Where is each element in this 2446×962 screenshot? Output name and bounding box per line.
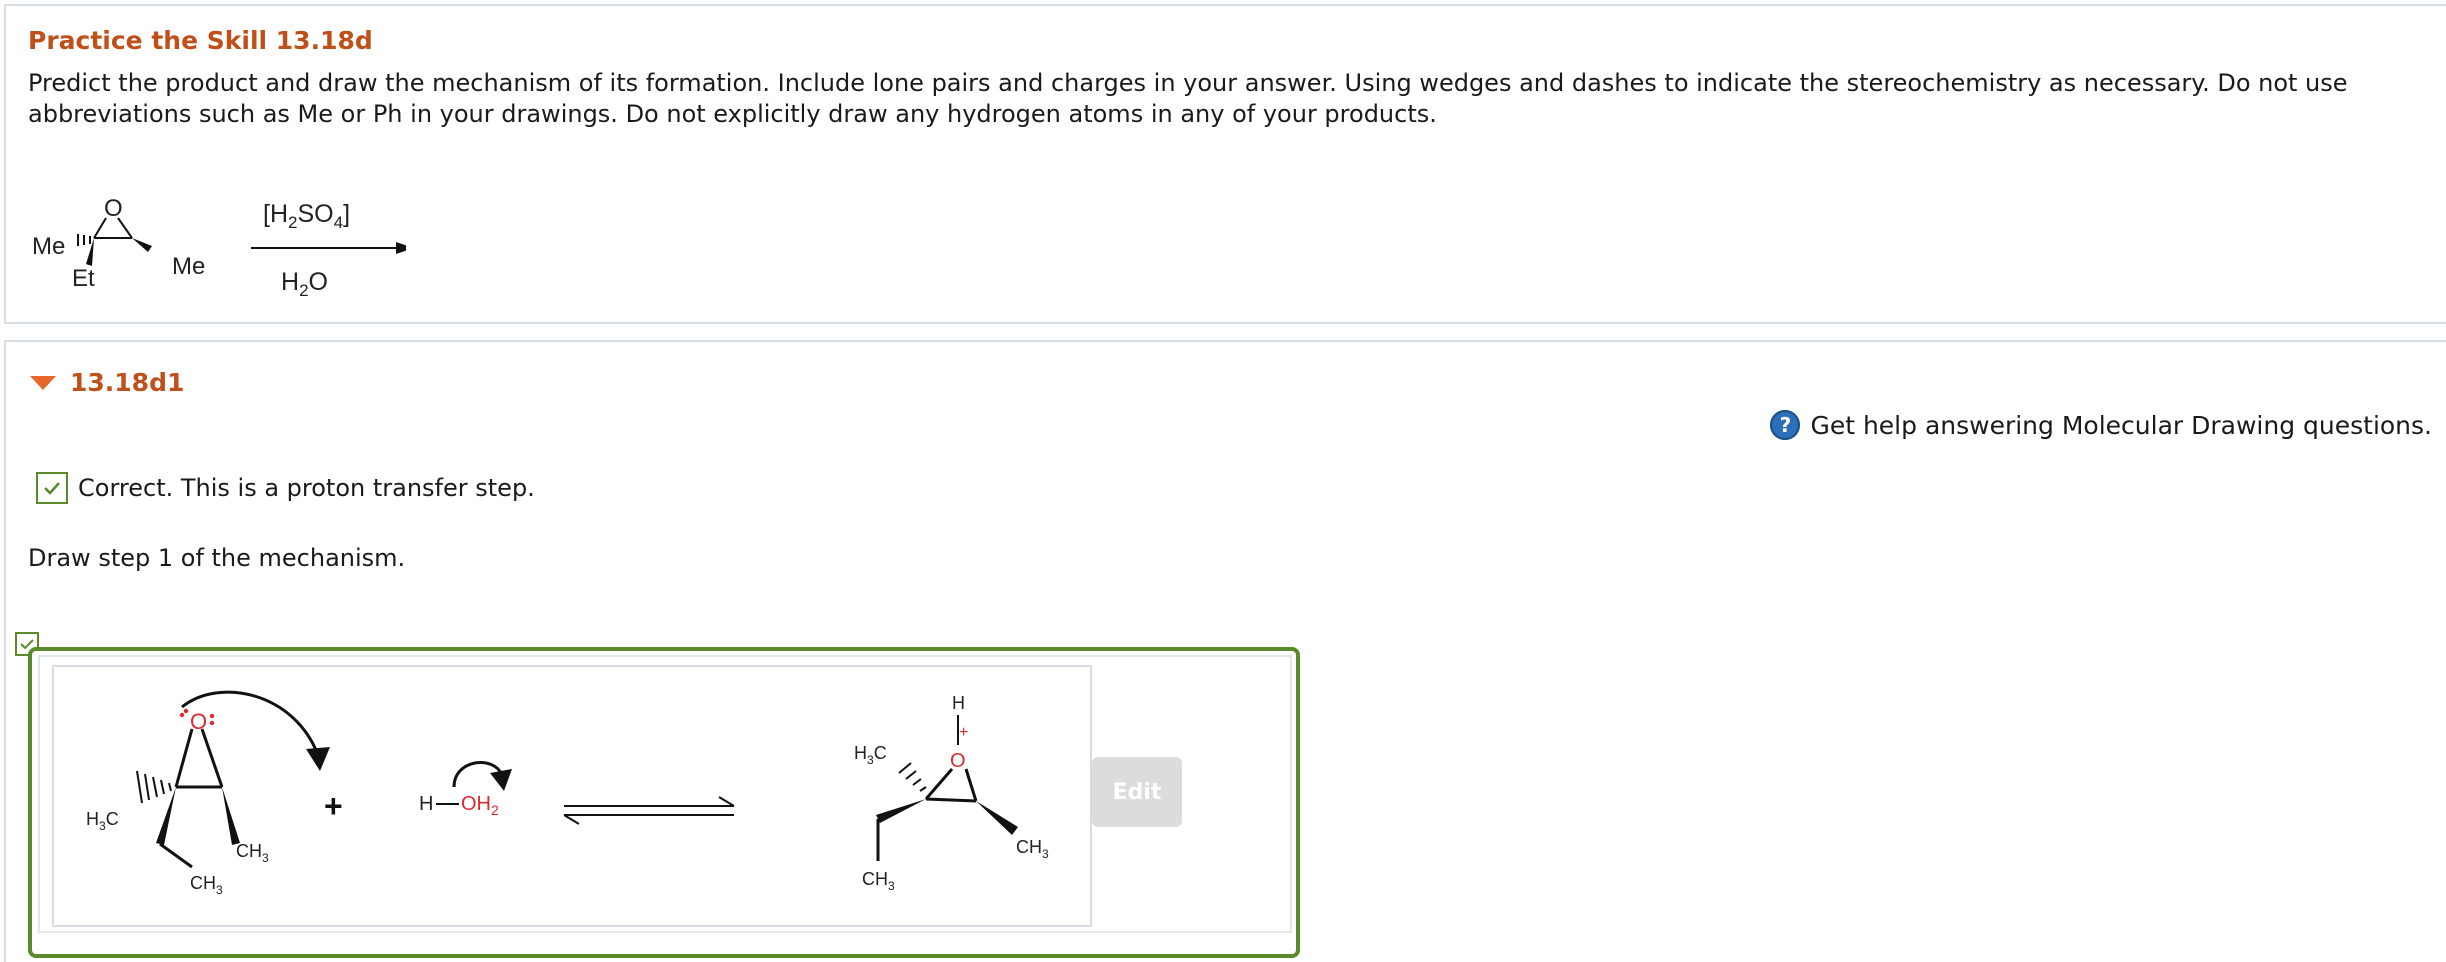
plus-sign: + — [324, 788, 343, 824]
product-oxygen: O — [950, 750, 966, 772]
answer-frame: O H3C CH3 CH3 + H OH2 H + O H3C CH3 CH3 … — [28, 647, 1300, 958]
problem-panel: Practice the Skill 13.18d Predict the pr… — [4, 4, 2446, 324]
product-ch3-a: CH3 — [1016, 837, 1049, 861]
reagent-above: [H2SO4] — [263, 200, 350, 232]
reactant-ch3-b: CH3 — [190, 873, 223, 897]
checkmark-icon — [36, 472, 68, 504]
reactant-ch3-a: CH3 — [236, 841, 269, 865]
mechanism-drawing[interactable]: O H3C CH3 CH3 + H OH2 H + O H3C CH3 CH3 — [52, 665, 1092, 927]
reaction-scheme: O Me Et Me [H2SO4] H2O — [32, 195, 406, 300]
feedback-correct: Correct. This is a proton transfer step. — [36, 472, 535, 504]
reactant-oxygen: O — [190, 709, 207, 734]
step-instruction: Draw step 1 of the mechanism. — [28, 544, 406, 572]
mechanism-svg: O H3C CH3 CH3 + H OH2 H + O H3C CH3 CH3 — [86, 690, 1049, 897]
water-oh2: OH2 — [461, 793, 499, 818]
reagent-below: H2O — [281, 268, 328, 300]
feedback-text: Correct. This is a proton transfer step. — [78, 474, 535, 502]
product-h3c: H3C — [854, 743, 887, 767]
scheme-right-me: Me — [172, 253, 205, 280]
scheme-left-me: Me — [32, 233, 65, 260]
part-toggle[interactable]: 13.18d1 — [30, 368, 184, 397]
product-charge: + — [959, 724, 968, 741]
product-h: H — [952, 693, 965, 713]
help-text[interactable]: Get help answering Molecular Drawing que… — [1810, 411, 2432, 440]
water-h: H — [419, 793, 433, 815]
scheme-oxygen: O — [104, 195, 123, 222]
problem-title: Practice the Skill 13.18d — [28, 26, 373, 55]
answer-area: O H3C CH3 CH3 + H OH2 H + O H3C CH3 CH3 … — [38, 655, 1292, 933]
question-circle-icon[interactable]: ? — [1770, 410, 1801, 440]
problem-description: Predict the product and draw the mechani… — [28, 69, 2348, 128]
edit-button[interactable]: Edit — [1092, 757, 1182, 827]
reactant-h3c: H3C — [86, 809, 119, 833]
collapse-triangle-icon[interactable] — [30, 375, 56, 390]
part-label: 13.18d1 — [70, 368, 185, 397]
help-link[interactable]: ? Get help answering Molecular Drawing q… — [1770, 410, 2432, 440]
scheme-et: Et — [72, 265, 95, 292]
product-ch3-b: CH3 — [862, 869, 895, 893]
part-panel: 13.18d1 ? Get help answering Molecular D… — [4, 340, 2446, 962]
